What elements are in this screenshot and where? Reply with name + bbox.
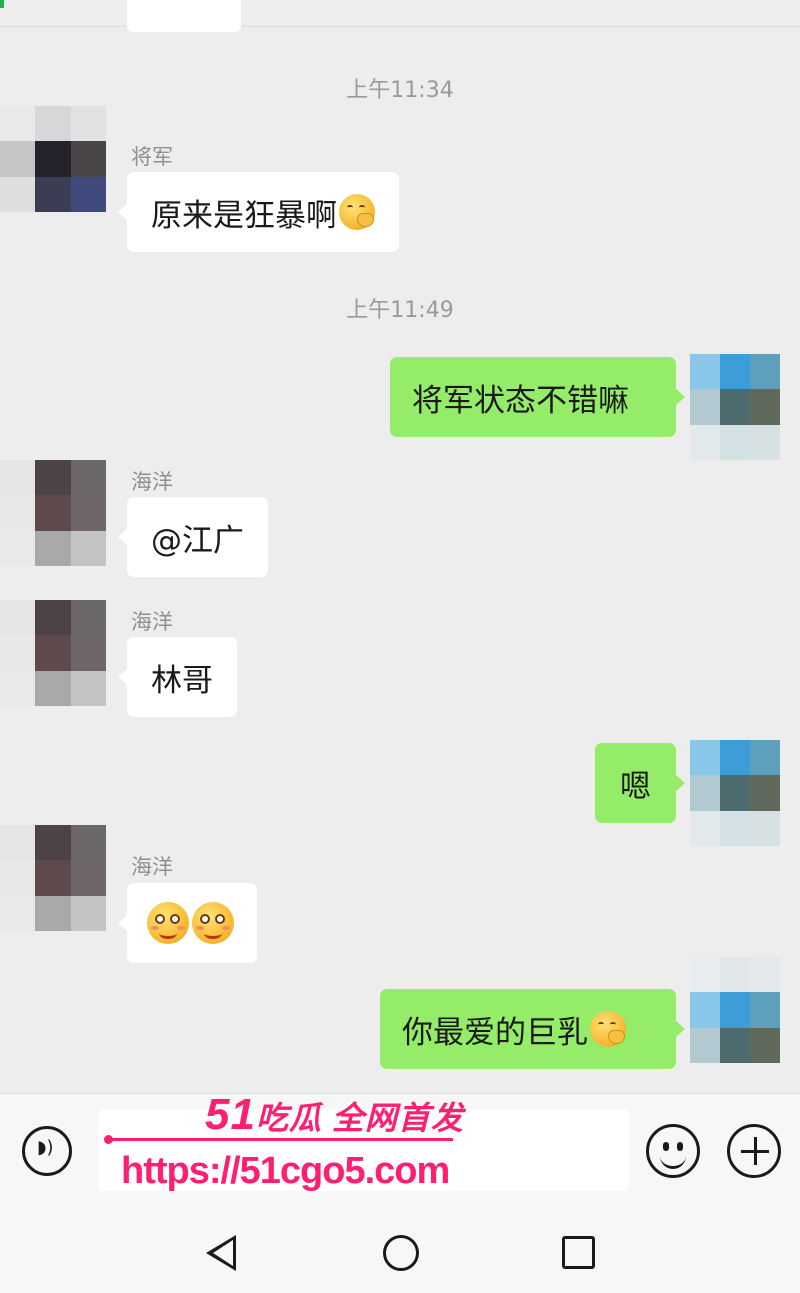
message-text: @江广 (151, 522, 244, 559)
sender-name: 将军 (131, 145, 173, 169)
voice-icon[interactable] (22, 1126, 72, 1176)
message-text: 你最爱的巨乳 (402, 1014, 588, 1051)
system-nav-bar (0, 1209, 800, 1293)
previous-message-edge (0, 0, 800, 32)
watermark-url: https://51cgo5.com (121, 1150, 450, 1192)
avatar[interactable] (0, 460, 106, 566)
recent-apps-icon[interactable] (562, 1236, 595, 1269)
incoming-bubble[interactable]: @江广 (118, 497, 268, 577)
my-avatar[interactable] (690, 957, 780, 1063)
outgoing-bubble[interactable]: 将军状态不错嘛 (390, 357, 685, 437)
status-accent (0, 0, 4, 8)
outgoing-bubble[interactable]: 嗯 (595, 743, 685, 823)
outgoing-bubble[interactable]: 你最爱的巨乳 (380, 989, 685, 1069)
plus-icon[interactable] (727, 1124, 781, 1178)
message-text: 林哥 (151, 662, 213, 699)
message-text: 原来是狂暴啊 (151, 197, 337, 234)
incoming-bubble[interactable] (118, 883, 257, 963)
home-icon[interactable] (383, 1235, 419, 1271)
shy-smile-emoji-icon (192, 902, 234, 944)
avatar[interactable] (0, 825, 106, 931)
avatar[interactable] (0, 106, 106, 212)
sender-name: 海洋 (131, 855, 173, 879)
watermark-text: 吃瓜 全网首发 (255, 1100, 464, 1136)
timestamp: 上午11:49 (346, 298, 454, 323)
shy-smile-emoji-icon (147, 902, 189, 944)
my-avatar[interactable] (690, 740, 780, 846)
watermark-divider (104, 1135, 453, 1144)
message-text: 嗯 (620, 768, 651, 805)
incoming-bubble[interactable]: 林哥 (118, 637, 237, 717)
sender-name: 海洋 (131, 610, 173, 634)
sender-name: 海洋 (131, 470, 173, 494)
hand-over-mouth-emoji-icon (339, 194, 375, 230)
incoming-bubble[interactable]: 原来是狂暴啊 (118, 172, 399, 252)
previous-bubble[interactable] (127, 0, 241, 32)
my-avatar[interactable] (690, 354, 780, 460)
watermark-number: 51 (205, 1090, 256, 1139)
timestamp: 上午11:34 (346, 78, 454, 103)
smiley-icon[interactable] (646, 1124, 700, 1178)
hand-over-mouth-emoji-icon (590, 1011, 626, 1047)
avatar[interactable] (0, 600, 106, 706)
watermark-title: 51吃瓜 全网首发 (205, 1090, 464, 1140)
message-text: 将军状态不错嘛 (412, 382, 629, 419)
chat-area[interactable]: 上午11:34 将军 原来是狂暴啊 上午11:49 将军状态不错嘛 海洋 @江广… (0, 0, 800, 1093)
back-icon[interactable] (206, 1235, 236, 1271)
